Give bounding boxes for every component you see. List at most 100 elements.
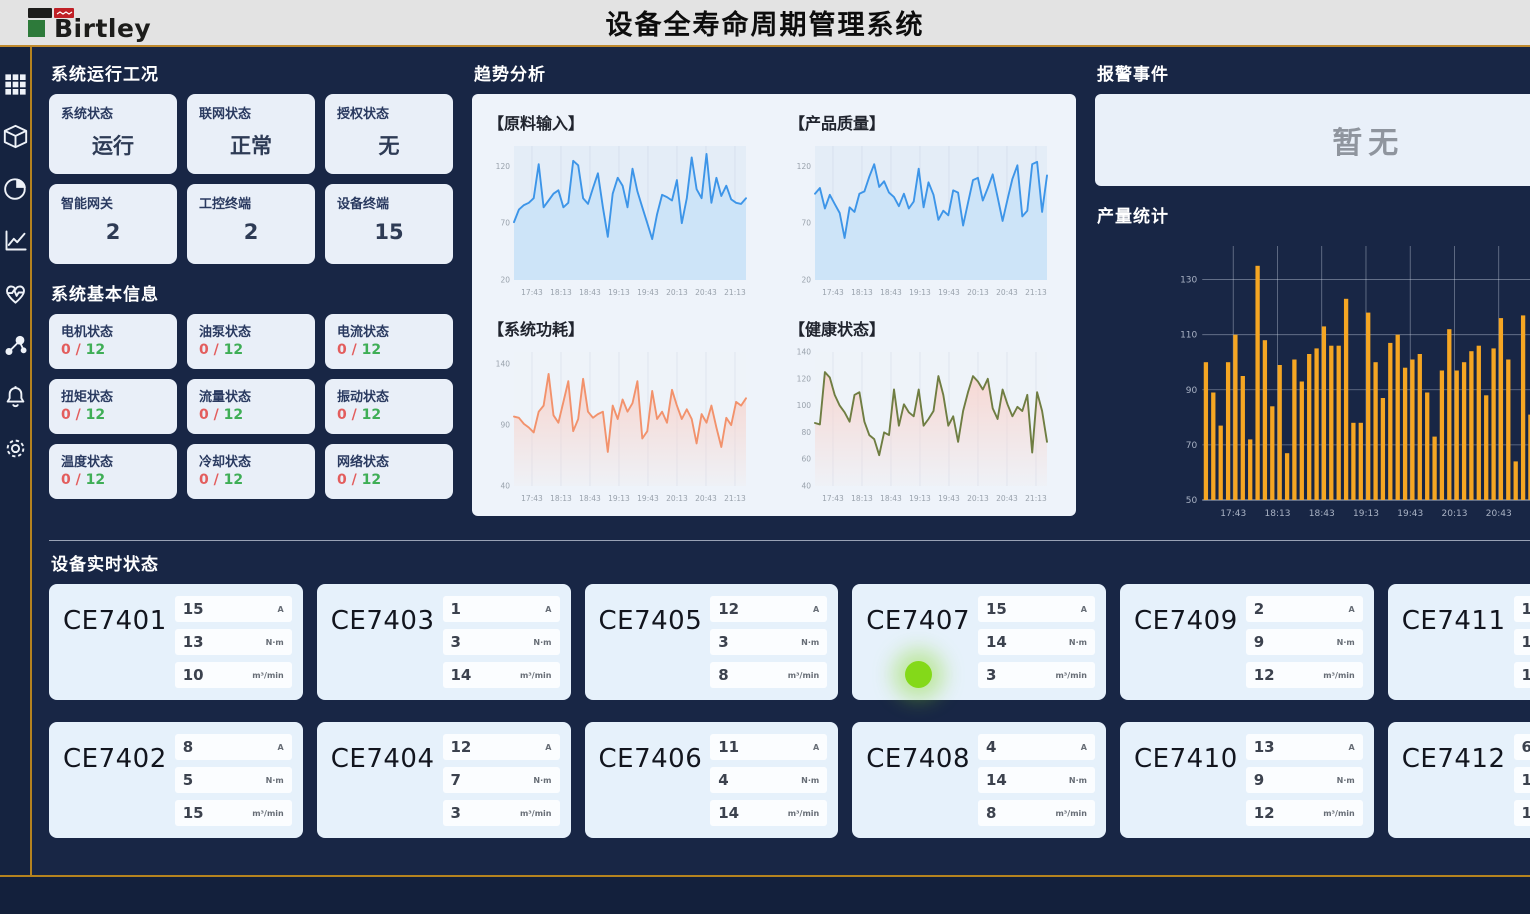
total-count: 12 xyxy=(224,407,243,423)
trend-block-health: 【健康状态】 17:4318:1318:4319:1319:4320:1320:… xyxy=(787,310,1062,512)
metric-unit: A xyxy=(278,743,284,752)
status-card-value: 无 xyxy=(337,130,441,160)
status-card[interactable]: 授权状态无 xyxy=(325,94,453,174)
info-card[interactable]: 温度状态0 / 12 xyxy=(49,444,177,499)
info-card[interactable]: 网络状态0 / 12 xyxy=(325,444,453,499)
gear-icon[interactable] xyxy=(0,433,30,463)
svg-text:20:43: 20:43 xyxy=(996,494,1018,503)
device-card[interactable]: CE741110A15N·m11m³/min xyxy=(1388,584,1530,700)
svg-text:19:43: 19:43 xyxy=(637,288,659,297)
device-name: CE7406 xyxy=(599,744,703,828)
metric-value: 7 xyxy=(451,771,461,789)
device-card[interactable]: CE740115A13N·m10m³/min xyxy=(49,584,303,700)
status-card-label: 授权状态 xyxy=(337,103,441,122)
svg-text:21:13: 21:13 xyxy=(724,288,746,297)
status-card[interactable]: 系统状态运行 xyxy=(49,94,177,174)
svg-text:120: 120 xyxy=(797,374,812,383)
svg-text:18:13: 18:13 xyxy=(851,288,873,297)
info-card[interactable]: 流量状态0 / 12 xyxy=(187,379,315,434)
device-card[interactable]: CE740611A4N·m14m³/min xyxy=(585,722,839,838)
device-card[interactable]: CE740412A7N·m3m³/min xyxy=(317,722,571,838)
status-card[interactable]: 智能网关2 xyxy=(49,184,177,264)
metric-value: 12 xyxy=(718,600,739,618)
device-name: CE7412 xyxy=(1402,744,1506,828)
info-card-label: 电流状态 xyxy=(337,321,441,340)
info-card-value: 0 / 12 xyxy=(61,342,165,358)
device-metrics: 2A9N·m12m³/min xyxy=(1246,596,1363,690)
metric-value: 15 xyxy=(986,600,1007,618)
total-count: 12 xyxy=(86,472,105,488)
device-metrics: 13A9N·m12m³/min xyxy=(1246,734,1363,828)
info-card[interactable]: 冷却状态0 / 12 xyxy=(187,444,315,499)
metric-row: 9N·m xyxy=(1246,767,1363,793)
svg-text:60: 60 xyxy=(801,455,811,464)
system-info-grid: 电机状态0 / 12油泵状态0 / 12电流状态0 / 12扭矩状态0 / 12… xyxy=(49,314,453,499)
svg-text:19:13: 19:13 xyxy=(608,494,630,503)
metric-row: 10m³/min xyxy=(1514,800,1530,826)
status-card[interactable]: 工控终端2 xyxy=(187,184,315,264)
info-card[interactable]: 扭矩状态0 / 12 xyxy=(49,379,177,434)
cube-icon[interactable] xyxy=(0,121,30,151)
metric-value: 11 xyxy=(1522,666,1530,684)
device-card[interactable]: CE740715A14N·m3m³/min xyxy=(852,584,1106,700)
molecule-icon[interactable] xyxy=(0,329,30,359)
device-card[interactable]: CE74084A14N·m8m³/min xyxy=(852,722,1106,838)
metric-row: 14m³/min xyxy=(710,800,827,826)
status-card-value: 15 xyxy=(337,220,441,244)
metric-value: 14 xyxy=(986,633,1007,651)
svg-text:20:43: 20:43 xyxy=(695,494,717,503)
device-card[interactable]: CE740512A3N·m8m³/min xyxy=(585,584,839,700)
metric-value: 15 xyxy=(1522,771,1530,789)
metric-value: 3 xyxy=(718,633,728,651)
device-card[interactable]: CE74028A5N·m15m³/min xyxy=(49,722,303,838)
status-card[interactable]: 设备终端15 xyxy=(325,184,453,264)
trend-block-title: 【健康状态】 xyxy=(789,316,1062,340)
metric-unit: A xyxy=(1081,605,1087,614)
device-card[interactable]: CE741013A9N·m12m³/min xyxy=(1120,722,1374,838)
metric-row: 5N·m xyxy=(175,767,292,793)
metric-row: 11A xyxy=(710,734,827,760)
grid-menu-icon[interactable] xyxy=(0,69,30,99)
trend-block-material: 【原料输入】 17:4318:1318:4319:1319:4320:1320:… xyxy=(486,104,761,306)
metric-row: 12m³/min xyxy=(1246,800,1363,826)
svg-text:17:43: 17:43 xyxy=(1220,509,1246,519)
info-card[interactable]: 电机状态0 / 12 xyxy=(49,314,177,369)
total-count: 12 xyxy=(224,342,243,358)
health-status-chart: 17:4318:1318:4319:1319:4320:1320:4321:13… xyxy=(787,340,1055,508)
metric-unit: m³/min xyxy=(1055,809,1087,818)
svg-text:17:43: 17:43 xyxy=(822,288,844,297)
trend-block-title: 【系统功耗】 xyxy=(488,316,761,340)
svg-text:20:43: 20:43 xyxy=(1486,509,1512,519)
status-card-value: 运行 xyxy=(61,130,165,160)
metric-row: 2A xyxy=(1246,596,1363,622)
info-card-label: 扭矩状态 xyxy=(61,386,165,405)
device-card[interactable]: CE74092A9N·m12m³/min xyxy=(1120,584,1374,700)
metric-row: 6A xyxy=(1514,734,1530,760)
bell-icon[interactable] xyxy=(0,381,30,411)
alarm-count: 0 xyxy=(337,472,347,488)
device-card[interactable]: CE74031A3N·m14m³/min xyxy=(317,584,571,700)
info-card[interactable]: 电流状态0 / 12 xyxy=(325,314,453,369)
metric-value: 10 xyxy=(1522,804,1530,822)
info-card[interactable]: 油泵状态0 / 12 xyxy=(187,314,315,369)
svg-text:90: 90 xyxy=(1186,386,1198,396)
metric-unit: A xyxy=(278,605,284,614)
svg-text:40: 40 xyxy=(801,482,811,491)
info-card-value: 0 / 12 xyxy=(61,472,165,488)
total-count: 12 xyxy=(86,342,105,358)
status-card-label: 智能网关 xyxy=(61,193,165,212)
svg-text:19:43: 19:43 xyxy=(938,494,960,503)
svg-text:19:13: 19:13 xyxy=(909,288,931,297)
svg-text:17:43: 17:43 xyxy=(521,494,543,503)
pie-chart-icon[interactable] xyxy=(0,173,30,203)
info-card[interactable]: 振动状态0 / 12 xyxy=(325,379,453,434)
line-chart-icon[interactable] xyxy=(0,225,30,255)
device-card[interactable]: CE74126A15N·m10m³/min xyxy=(1388,722,1530,838)
health-pulse-icon[interactable] xyxy=(0,277,30,307)
alarm-count: 0 xyxy=(61,407,71,423)
panel-devices: 设备实时状态 CE740115A13N·m10m³/minCE74031A3N·… xyxy=(49,540,1530,838)
metric-row: 7N·m xyxy=(443,767,560,793)
metric-row: 14N·m xyxy=(978,629,1095,655)
svg-text:140: 140 xyxy=(496,360,511,369)
status-card[interactable]: 联网状态正常 xyxy=(187,94,315,174)
